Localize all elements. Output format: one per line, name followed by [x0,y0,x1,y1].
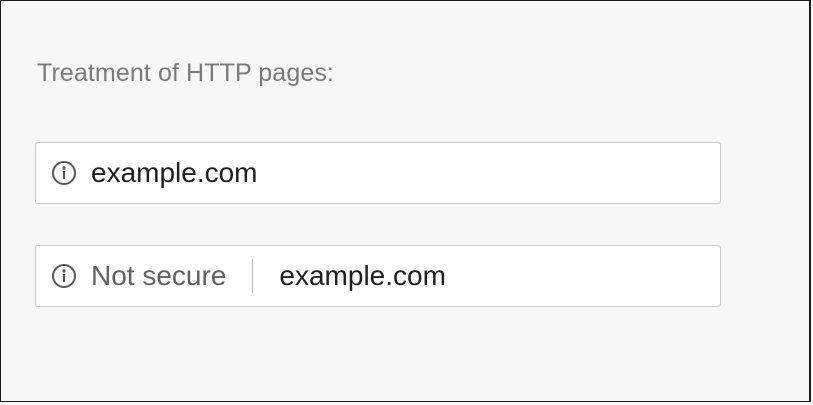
section-heading: Treatment of HTTP pages: [37,59,334,87]
chip-divider [252,259,254,293]
info-icon[interactable] [51,263,77,289]
settings-panel: Treatment of HTTP pages: example.com Not… [0,0,811,402]
info-icon[interactable] [51,160,77,186]
not-secure-label[interactable]: Not secure [91,260,226,292]
url-text: example.com [279,260,446,291]
address-bar-current[interactable]: example.com [35,142,721,204]
address-bar-not-secure[interactable]: Not secure example.com [35,245,721,307]
url-text: example.com [91,157,258,188]
